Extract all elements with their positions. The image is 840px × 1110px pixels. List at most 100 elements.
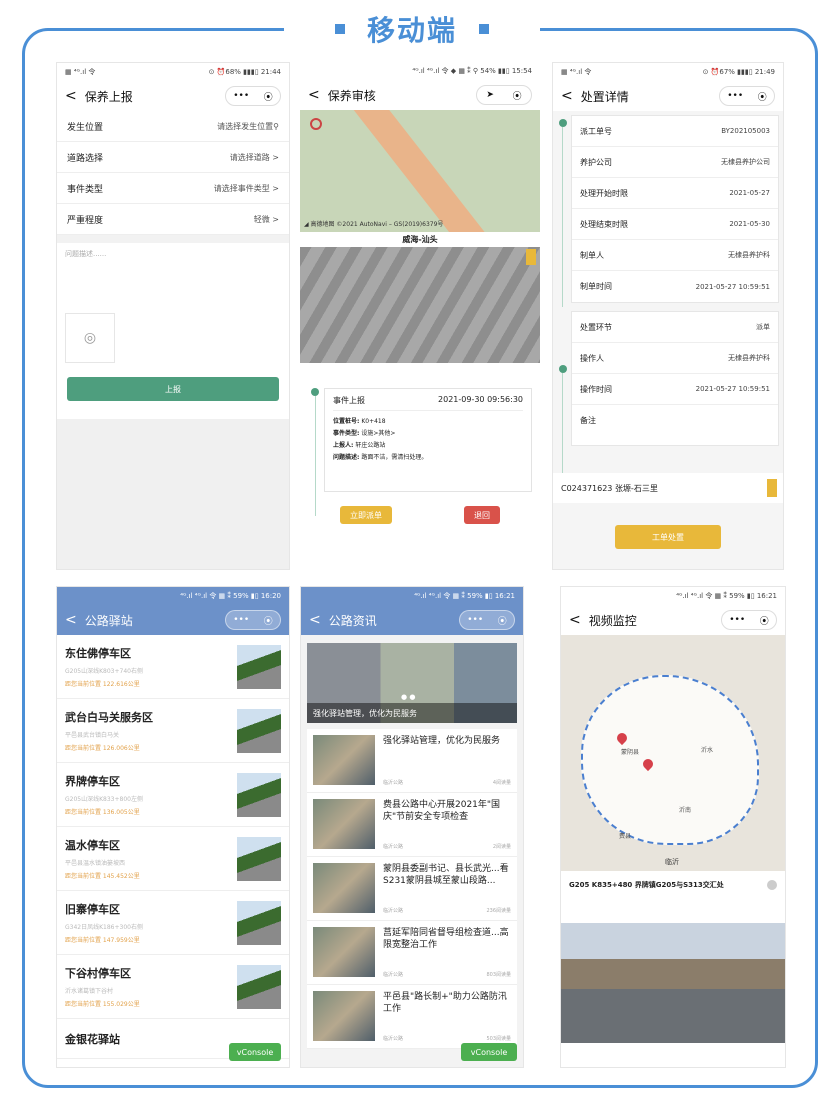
info-key: 操作人 <box>580 353 604 363</box>
close-target-icon[interactable]: ⦿ <box>513 89 522 102</box>
vconsole-label: vConsole <box>236 1047 274 1057</box>
list-item[interactable]: 蒙阴县委副书记、县长武光...看S231蒙阴县城至蒙山段路... 临沂公路 236阅… <box>307 857 517 921</box>
station-thumbnail <box>237 644 281 689</box>
status-left: ▦ ⁴ᴳ.ıl 令 <box>65 68 96 76</box>
submit-button[interactable]: 上报 <box>67 377 279 401</box>
field-road[interactable]: 道路选择 请选择道路 > <box>57 142 289 173</box>
detail-row: 位置桩号: K0+418 <box>333 416 523 428</box>
close-target-icon[interactable]: ⦿ <box>498 614 507 627</box>
station-name: 下谷村停车区 <box>65 967 131 980</box>
map-road <box>349 110 519 232</box>
phone-video-monitor: ⁴ᴳ.ıl ⁴ᴳ.ıl 令 ▦ ⁑ 59% ▮▯ 16:21 < 视频监控 ••… <box>560 586 786 1068</box>
menu-capsule[interactable]: ••• ⦿ <box>721 610 777 630</box>
map-label: 蒙阴县 <box>621 749 640 756</box>
back-icon[interactable]: < <box>308 87 320 103</box>
info-key: 制单人 <box>580 250 604 260</box>
close-target-icon[interactable]: ⦿ <box>760 614 769 627</box>
close-icon[interactable] <box>767 880 777 890</box>
info-key: 制单时间 <box>580 282 612 291</box>
back-icon[interactable]: < <box>309 612 321 628</box>
more-icon[interactable]: ••• <box>727 91 743 101</box>
list-item[interactable]: 莒延军陪同省督导组检查道...高限宽整治工作 临沂公路 803阅读量 <box>307 921 517 985</box>
location-arrow-icon[interactable]: ➤ <box>486 90 494 100</box>
menu-capsule[interactable]: ➤ ⦿ <box>476 85 532 105</box>
more-icon[interactable]: ••• <box>467 615 483 625</box>
carousel-dots: ● ● <box>401 693 416 701</box>
list-item[interactable]: 费县公路中心开展2021年"国庆"节前安全专项检查 临沂公路 2阅读量 <box>307 793 517 857</box>
news-title: 费县公路中心开展2021年"国庆"节前安全专项检查 <box>383 800 501 822</box>
back-icon[interactable]: < <box>65 612 77 628</box>
list-item[interactable]: 武台白马关服务区 平邑县武台镇白马关 距您当前位置 126.006公里 <box>57 699 289 763</box>
close-target-icon[interactable]: ⦿ <box>264 90 273 103</box>
field-severity[interactable]: 严重程度 轻微 > <box>57 204 289 235</box>
list-item[interactable]: 东住佛停车区 G205山深线K803+740右侧 距您当前位置 122.616公里 <box>57 635 289 699</box>
list-item[interactable]: 强化驿站管理，优化为民服务 临沂公路 4阅读量 <box>307 729 517 793</box>
close-target-icon[interactable]: ⦿ <box>758 90 767 103</box>
status-text: ⁴ᴳ.ıl ⁴ᴳ.ıl 令 ◆ ▦ ⁑ ⚲ 54% ▮▮▯ 15:54 <box>412 67 532 75</box>
menu-capsule[interactable]: ••• ⦿ <box>459 610 515 630</box>
back-icon[interactable]: < <box>65 88 77 104</box>
order-code: C024371623 张塬-石三里 <box>561 483 658 493</box>
status-bar: ▦ ⁴ᴳ.ıl 令 ⊙ ⏰68% ▮▮▮▯ 21:44 <box>57 63 289 81</box>
detail-value: 设施>其他> <box>361 430 396 437</box>
more-icon[interactable]: ••• <box>233 91 249 101</box>
news-source: 临沂公路 <box>383 972 404 978</box>
map-view[interactable]: ◢ 高德地图 ©2021 AutoNavi – GS(2019)6379号 <box>300 110 540 232</box>
event-card: 事件上报 2021-09-30 09:56:30 位置桩号: K0+418 事件类… <box>324 388 532 492</box>
info-row: 操作人 无棣县养护科 <box>572 343 778 374</box>
list-item[interactable]: 平邑县"路长制+"助力公路防汛工作 临沂公路 503阅读量 <box>307 985 517 1049</box>
vconsole-button[interactable]: vConsole <box>229 1043 281 1061</box>
menu-capsule[interactable]: ••• ⦿ <box>225 610 281 630</box>
photo-upload-button[interactable]: ◎ <box>65 313 115 363</box>
field-event-type[interactable]: 事件类型 请选择事件类型 > <box>57 173 289 204</box>
field-label: 事件类型 <box>67 184 104 195</box>
station-thumbnail <box>237 964 281 1009</box>
news-list: 强化驿站管理，优化为民服务 临沂公路 4阅读量 费县公路中心开展2021年"国庆"节… <box>307 729 517 1049</box>
reject-button[interactable]: 退回 <box>464 506 500 524</box>
detail-row: 问题描述: 路面不洁，需清扫处理。 <box>333 452 523 464</box>
back-icon[interactable]: < <box>561 88 573 104</box>
vconsole-button[interactable]: vConsole <box>461 1043 517 1061</box>
list-item[interactable]: 温水停车区 平邑县温水镇油篓坡西 距您当前位置 145.452公里 <box>57 827 289 891</box>
back-icon[interactable]: < <box>569 612 581 628</box>
field-label: 严重程度 <box>67 215 104 226</box>
station-name: 界牌停车区 <box>65 775 120 788</box>
info-key: 养护公司 <box>580 157 612 167</box>
dispose-label: 工单处置 <box>652 532 684 542</box>
news-banner[interactable]: 强化驿站管理，优化为民服务 ● ● <box>307 643 517 723</box>
header-bullet-right <box>479 24 489 34</box>
list-item[interactable]: 下谷村停车区 沂水诸葛镇下谷村 距您当前位置 155.029公里 <box>57 955 289 1019</box>
monitor-map[interactable]: 蒙阴县 沂水 沂南 临沂 费县 <box>561 635 785 871</box>
timeline <box>311 388 319 528</box>
menu-capsule[interactable]: ••• ⦿ <box>225 86 281 106</box>
description-input[interactable]: 问题描述...... <box>57 243 289 313</box>
dispatch-button[interactable]: 立即派单 <box>340 506 392 524</box>
more-icon[interactable]: ••• <box>729 615 745 625</box>
status-bar: ⁴ᴳ.ıl ⁴ᴳ.ıl 令 ▦ ⁑ 59% ▮▯ 16:21 <box>301 587 523 605</box>
detail-row: 上报人: 轩庄公路站 <box>333 440 523 452</box>
list-item[interactable]: 旧寨停车区 G342日凤线K186+300右侧 距您当前位置 147.959公里 <box>57 891 289 955</box>
close-target-icon[interactable]: ⦿ <box>264 614 273 627</box>
info-value: 无棣县养护公司 <box>721 158 770 166</box>
phone-disposal-detail: ▦ ⁴ᴳ.ıl 令 ⊙ ⏰67% ▮▮▮▯ 21:49 < 处置详情 ••• ⦿ 派… <box>552 62 784 570</box>
news-reads: 2阅读量 <box>492 844 511 850</box>
more-icon[interactable]: ••• <box>233 615 249 625</box>
banner-caption: 强化驿站管理，优化为民服务 <box>307 703 517 723</box>
info-row: 处理开始时限 2021-05-27 <box>572 178 778 209</box>
info-row: 制单人 无棣县养护科 <box>572 240 778 271</box>
news-thumbnail <box>313 799 375 849</box>
map-label: 费县 <box>619 833 632 840</box>
news-title: 平邑县"路长制+"助力公路防汛工作 <box>383 992 507 1014</box>
list-item[interactable]: 界牌停车区 G205山深线K833+800左侧 距您当前位置 136.005公里 <box>57 763 289 827</box>
nav-bar: < 视频监控 ••• ⦿ <box>561 605 785 635</box>
video-feed[interactable] <box>561 923 785 1043</box>
dispose-button[interactable]: 工单处置 <box>615 525 721 549</box>
info-row: 制单时间 2021-05-27 10:59:51 <box>572 271 778 302</box>
vconsole-label: vConsole <box>470 1047 508 1057</box>
station-name: 东住佛停车区 <box>65 647 131 660</box>
road-photo[interactable] <box>300 247 540 363</box>
menu-capsule[interactable]: ••• ⦿ <box>719 86 775 106</box>
timeline-dot-icon <box>559 119 567 127</box>
field-location[interactable]: 发生位置 请选择发生位置⚲ <box>57 111 289 142</box>
